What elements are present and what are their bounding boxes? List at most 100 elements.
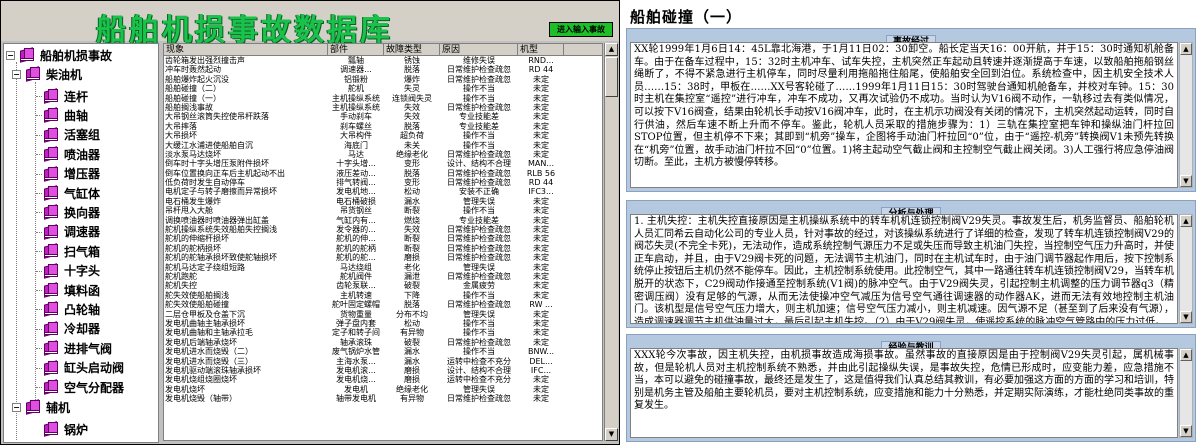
table-row[interactable]: 发电机后端轴承烧坏 轴承滚珠 破裂 日常维护检查疏忽 未定 — [164, 338, 602, 347]
table-row[interactable]: 淡水泵马达烧坏 马达 绝缘老化 日常维护检查疏忽 未定 — [164, 150, 602, 159]
table-row[interactable]: 发电机烧毁（轴带） 轴带发电机 有异物 日常维护检查疏忽 未定 — [164, 394, 602, 403]
table-row[interactable]: 大吊摔落 刹车螺丝 脱落 专业技能差 未定 — [164, 122, 602, 131]
collapse-icon[interactable]: − — [6, 50, 15, 60]
table-cell: 专业技能差 — [459, 215, 499, 225]
table-cell: 日常维护检查疏忽 — [447, 271, 511, 281]
table-row[interactable]: 大缓江水浦进使船舶自沉 海底门 未关 操作不当 未定 — [164, 141, 602, 150]
table-row[interactable]: 电机定子与转子磨擦而异常损坏 发电机地... 松动 安装不正确 IFC3... — [164, 187, 602, 196]
collapse-icon[interactable]: − — [12, 402, 21, 412]
tree-group-diesel[interactable]: − 柴油机 — [12, 63, 82, 85]
table-cell: 未定 — [533, 196, 549, 206]
section-scrollbar[interactable]: ▲ ▼ — [1179, 42, 1193, 188]
table-row[interactable]: 发电机进水而烧毁（二） 废气锅炉水管 漏水 操作不当 BNW... — [164, 347, 602, 356]
table-cell: 倒车位置换向正车后主机起动不出 — [165, 168, 285, 178]
tree-item-label: 活塞组 — [64, 128, 101, 143]
table-row[interactable]: 齿轮箱发出强烈撞击声 瓢轴 锈蚀 维修失误 RND... — [164, 56, 602, 65]
scroll-down-icon[interactable]: ▼ — [1180, 175, 1192, 187]
table-row[interactable]: 舵机失控 齿轮泵联... 破裂 金属疲劳 未定 — [164, 281, 602, 290]
section-scrollbar[interactable]: ▲ ▼ — [1179, 348, 1193, 438]
scroll-up-icon[interactable]: ▲ — [1180, 43, 1192, 55]
table-cell: 专业技能差 — [459, 121, 499, 131]
col-header-model[interactable]: 机型 — [518, 44, 564, 55]
table-row[interactable]: 倒车位置换向正车后主机起动不出 液压差动... 脱落 日常维护检查疏忽 RLB 56 — [164, 169, 602, 178]
table-row[interactable]: 发电机烧组烧圈烧坏 发电机烧... 磨损 运转中检查不充分 未定 — [164, 375, 602, 384]
table-cell: 脱落 — [404, 300, 420, 310]
table-row[interactable]: 发电机烧坏 发电机 绝缘老化 管理失误 未定 — [164, 385, 602, 394]
table-cell: 未定 — [533, 271, 549, 281]
table-cell: 操作不当 — [463, 328, 495, 338]
section-text-box[interactable]: XX轮1999年1月6日14：45L靠北海港，于1月11日02：30卸空。船长定… — [630, 42, 1178, 188]
table-row[interactable]: 舵机的舵轴承损坏致使舵轴损坏 舵机的舵... 磨损 日常维护检查疏忽 未定 — [164, 253, 602, 262]
collapse-icon[interactable]: − — [12, 69, 21, 79]
table-cell: 船舶爆炸起火沉没 — [165, 74, 229, 84]
book-icon — [42, 378, 60, 396]
tree-item-label: 调速器 — [64, 225, 101, 240]
table-body: 齿轮箱发出强烈撞击声 瓢轴 锈蚀 维修失误 RND... 冲车时轰然起动 调速器... 脱落日… — [164, 56, 602, 403]
table-cell: 未定 — [533, 318, 549, 328]
table-row[interactable]: 冲车时轰然起动 调速器... 脱落 日常维护检查疏忽 RD 44 — [164, 65, 602, 74]
table-cell: 舵机操纵系统失效船舶失控搁浅 — [165, 225, 277, 235]
table-row[interactable]: 船舶碰撞（一） 主机操纵系统 连锁阀失灵 操作不当 未定 — [164, 94, 602, 103]
book-icon — [42, 126, 60, 144]
book-icon — [42, 320, 60, 338]
tree-item-boiler[interactable]: 锅炉 — [42, 418, 88, 440]
col-header-part[interactable]: 部件 — [328, 44, 384, 55]
table-row[interactable]: 舵机的伸缩杆损坏 舵机的伸... 断裂 日常维护检查疏忽 未定 — [164, 234, 602, 243]
scroll-down-icon[interactable]: ▼ — [605, 428, 618, 441]
enter-accident-button[interactable]: 进入输入事故 — [549, 22, 613, 37]
scroll-down-icon[interactable]: ▼ — [1180, 311, 1192, 323]
table-row[interactable]: 发电机驱动端滚珠轴承损坏 发电机滚... 磨损 设计、结构不合理 IFC... — [164, 366, 602, 375]
table-row[interactable]: 舵机操纵系统失效船舶失控搁浅 发令器的... 失效 日常维护检查疏忽 未定 — [164, 225, 602, 234]
scroll-up-icon[interactable]: ▲ — [1180, 349, 1192, 361]
table-row[interactable]: 舵机跑舵 舵机阀件 漏泄 日常维护检查疏忽 未定 — [164, 272, 602, 281]
section-scrollbar[interactable]: ▲ ▼ — [1179, 214, 1193, 324]
book-icon — [42, 203, 60, 221]
table-row[interactable]: 船舶爆炸起火沉没 铝锻粉 爆炸 日常维护检查疏忽 未定 — [164, 75, 602, 84]
table-cell: 二层仓甲板及仓盖下沉 — [165, 309, 245, 319]
col-header-fault-type[interactable]: 故障类型 — [384, 44, 440, 55]
table-row[interactable]: 电石桶发生爆炸 电石桶破损 漏水 管理失误 未定 — [164, 197, 602, 206]
table-cell: 舵机跑舵 — [165, 271, 197, 281]
accident-tree[interactable]: − 船舶机损事故 − 柴油机 连杆 曲轴 活塞组 喷油器 增压器 气缸体 换向器 调速器 扫气箱… — [3, 43, 159, 443]
table-row[interactable]: 倒车时十字头增压泵附件损坏 十字头增... 变形 设计、结构不合理 MAN... — [164, 159, 602, 168]
col-header-cause[interactable]: 原因 — [440, 44, 518, 55]
table-cell: 失灵 — [404, 84, 420, 94]
table-scrollbar[interactable]: ▲ ▼ — [604, 43, 618, 441]
accident-table[interactable]: 现象 部件 故障类型 原因 机型 齿轮箱发出强烈撞击声 瓢轴 锈蚀 维修失误 RND..… — [163, 43, 603, 441]
table-row[interactable]: 船舶碰撞（二） 舵机 失灵 操作不当 未定 — [164, 84, 602, 93]
table-cell: 废气锅炉水管 — [332, 347, 380, 357]
table-cell: 安装不正确 — [459, 187, 499, 197]
table-cell: 主机操纵系统 — [332, 93, 380, 103]
table-row[interactable]: 大吊损坏 大吊构件 超负荷 操作不当 未定 — [164, 131, 602, 140]
table-row[interactable]: 发电机曲轴主轴承损坏 弹子盘内套 松动 操作不当 未定 — [164, 319, 602, 328]
tree-item-label: 换向器 — [64, 205, 101, 220]
table-row[interactable]: 低负荷时发生自动停车 排气转阀... 变形 日常维护检查疏忽 RD 44 — [164, 178, 602, 187]
table-cell: 未定 — [533, 206, 549, 216]
scroll-up-icon[interactable]: ▲ — [1180, 215, 1192, 227]
scroll-thumb[interactable] — [605, 57, 618, 97]
scroll-up-icon[interactable]: ▲ — [605, 43, 618, 56]
table-row[interactable]: 二层仓甲板及仓盖下沉 货物重量 分布不均 管理失误 未定 — [164, 310, 602, 319]
table-row[interactable]: 舵失效使船舶碰撞 舵叶固定螺帽 脱落 日常维护检查疏忽 RW ... — [164, 300, 602, 309]
book-icon — [42, 145, 60, 163]
table-row[interactable]: 船舶搁浅事故 主机操纵系统 失效 日常维护检查疏忽 未定 — [164, 103, 602, 112]
table-cell: 大缓江水浦进使船舶自沉 — [165, 140, 253, 150]
col-header-phenomenon[interactable]: 现象 — [164, 44, 328, 55]
table-row[interactable]: 发电机进水而烧毁（三） 主海水泵... 漏水 运转中检查不充分 DEL... — [164, 357, 602, 366]
table-cell: 日常维护检查疏忽 — [447, 225, 511, 235]
tree-group-aux[interactable]: − 辅机 — [12, 396, 70, 418]
table-cell: 设计、结构不合理 — [447, 365, 511, 375]
table-row[interactable]: 大吊钢丝滚筒失控使吊杆跌落 手动刹车 失效 专业技能差 未定 — [164, 112, 602, 121]
tree-item[interactable]: 空气分配器 — [36, 376, 124, 398]
scroll-down-icon[interactable]: ▼ — [1180, 425, 1192, 437]
table-cell: 设计、结构不合理 — [447, 159, 511, 169]
table-row[interactable]: 舵机的舵柄损坏 舵机的舵柄 断裂 日常维护检查疏忽 未定 — [164, 244, 602, 253]
table-cell: 舵机阀件 — [340, 271, 372, 281]
table-row[interactable]: 发电机曲轴和主轴承拉毛 定子和转子间 有异物 操作不当 未定 — [164, 328, 602, 337]
table-row[interactable]: 舵机马达定子绕组短路 马达绕组 老化 管理失误 未定 — [164, 263, 602, 272]
section-text-box[interactable]: XXX轮今次事故，因主机失控，由机损事故造成海损事故。虽然事故的直接原因是由于控… — [630, 348, 1178, 438]
table-row[interactable]: 舵失效使船舶搁浅 主机转速 下降 操作不当 未定 — [164, 291, 602, 300]
table-row[interactable]: 吊杆甩入大舱 吊货钢丝 断裂 操作不当 未定 — [164, 206, 602, 215]
table-row[interactable]: 调换喷油器时喷油器弹出缸盖 气缸内有... 燃烧 专业技能差 未定 — [164, 216, 602, 225]
section-text-box[interactable]: 1. 主机失控：主机失控直接原因是主机操纵系统中的转车机机连锁控制阀V29失灵。… — [630, 214, 1178, 324]
